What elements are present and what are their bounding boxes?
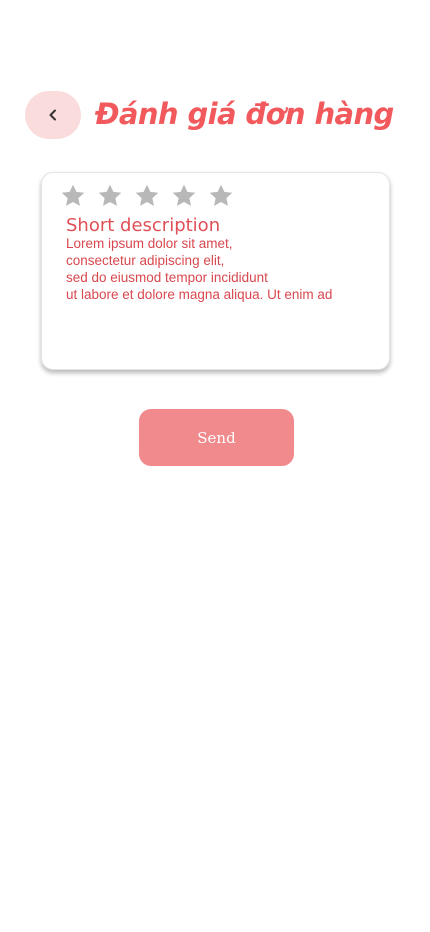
star-icon-3[interactable] (133, 182, 161, 210)
star-icon-5[interactable] (207, 182, 235, 210)
chevron-left-icon (46, 108, 60, 122)
page-title: Đánh giá đơn hàng (95, 97, 394, 131)
star-icon-2[interactable] (96, 182, 124, 210)
back-button[interactable] (25, 91, 81, 139)
star-rating[interactable] (59, 182, 244, 210)
star-icon-1[interactable] (59, 182, 87, 210)
star-icon-4[interactable] (170, 182, 198, 210)
description-text[interactable]: Lorem ipsum dolor sit amet, consectetur … (66, 235, 376, 303)
send-button[interactable]: Send (139, 409, 294, 466)
description-title: Short description (66, 215, 221, 236)
review-card: Short description Lorem ipsum dolor sit … (41, 172, 390, 370)
